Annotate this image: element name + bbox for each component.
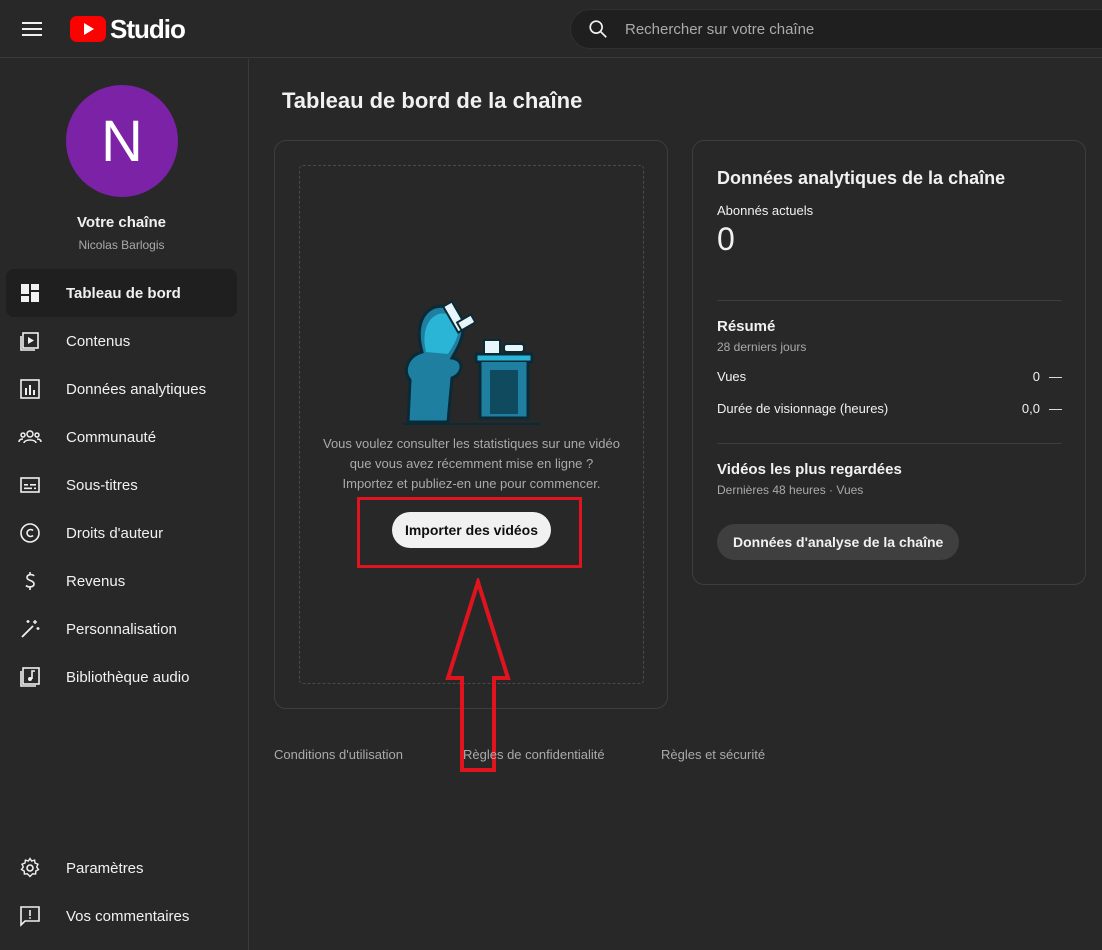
sidebar: N Votre chaîne Nicolas Barlogis Tableau … <box>0 59 249 950</box>
sidebar-bottom-nav: Paramètres Vos commentaires <box>6 844 237 940</box>
search-bar[interactable] <box>570 9 1102 49</box>
sidebar-item-settings[interactable]: Paramètres <box>6 844 237 892</box>
footer-link-safety[interactable]: Règles et sécurité <box>661 747 765 762</box>
sidebar-nav: Tableau de bord Contenus Données analyti… <box>6 269 237 701</box>
upload-prompt-line: Importez et publiez-en une pour commence… <box>342 476 601 491</box>
subtitles-icon <box>20 477 40 493</box>
audio-library-icon <box>20 667 40 687</box>
magic-wand-icon <box>21 620 40 638</box>
upload-videos-button[interactable]: Importer des vidéos <box>392 512 551 548</box>
page-title: Tableau de bord de la chaîne <box>282 88 583 113</box>
community-icon <box>18 430 42 444</box>
sidebar-item-label: Droits d'auteur <box>66 524 164 542</box>
sidebar-item-subtitles[interactable]: Sous-titres <box>6 461 237 509</box>
sidebar-item-customization[interactable]: Personnalisation <box>6 605 237 653</box>
copyright-icon <box>20 523 40 543</box>
sidebar-item-label: Données analytiques <box>66 380 207 398</box>
metric-value: 0,0 <box>1021 401 1040 416</box>
metric-label: Vues <box>717 369 747 384</box>
sidebar-item-audio-library[interactable]: Bibliothèque audio <box>6 653 237 701</box>
channel-analytics-button[interactable]: Données d'analyse de la chaîne <box>717 524 960 560</box>
sidebar-item-label: Paramètres <box>66 859 144 877</box>
sidebar-item-label: Contenus <box>66 332 131 350</box>
metric-value: 0 <box>1032 369 1040 384</box>
search-input[interactable] <box>625 20 1045 38</box>
sidebar-item-community[interactable]: Communauté <box>6 413 237 461</box>
divider <box>717 443 1062 444</box>
top-videos-title: Vidéos les plus regardées <box>717 461 902 478</box>
top-videos-subtitle: Dernières 48 heures · Vues <box>717 483 864 497</box>
summary-period: 28 derniers jours <box>717 340 807 354</box>
avatar[interactable]: N <box>66 85 178 197</box>
sidebar-item-dashboard[interactable]: Tableau de bord <box>6 269 237 317</box>
analytics-icon <box>20 379 40 399</box>
metric-label: Durée de visionnage (heures) <box>717 401 889 416</box>
dashboard-icon <box>21 284 39 302</box>
analytics-title: Données analytiques de la chaîne <box>717 168 1006 188</box>
dollar-icon <box>25 572 35 590</box>
sidebar-item-label: Vos commentaires <box>66 907 190 925</box>
studio-logo[interactable]: Studio <box>70 11 186 47</box>
channel-title: Votre chaîne <box>77 214 166 231</box>
divider <box>717 300 1062 301</box>
sidebar-item-copyright[interactable]: Droits d'auteur <box>6 509 237 557</box>
metric-trend: — <box>1049 369 1062 384</box>
content-icon <box>20 332 39 351</box>
footer-link-privacy[interactable]: Règles de confidentialité <box>463 747 605 762</box>
upload-prompt: Vous voulez consulter les statistiques s… <box>300 434 643 494</box>
upload-card: Vous voulez consulter les statistiques s… <box>274 140 668 709</box>
top-bar: Studio <box>0 0 1102 58</box>
studio-logo-text: Studio <box>110 13 186 44</box>
summary-title: Résumé <box>717 318 776 335</box>
sidebar-item-label: Communauté <box>66 428 157 446</box>
gear-icon <box>20 857 40 878</box>
hamburger-menu-icon[interactable] <box>18 17 46 41</box>
sidebar-item-label: Bibliothèque audio <box>66 668 190 686</box>
subscribers-label: Abonnés actuels <box>717 203 814 218</box>
sidebar-item-label: Revenus <box>66 572 126 590</box>
search-icon[interactable] <box>587 18 609 40</box>
subscribers-count: 0 <box>717 221 735 257</box>
sidebar-item-label: Personnalisation <box>66 620 177 638</box>
feedback-icon <box>20 906 40 927</box>
sidebar-item-label: Tableau de bord <box>66 284 181 302</box>
upload-dropzone: Vous voulez consulter les statistiques s… <box>299 165 644 684</box>
sidebar-item-content[interactable]: Contenus <box>6 317 237 365</box>
footer-link-terms[interactable]: Conditions d'utilisation <box>274 747 403 762</box>
youtube-logo-icon <box>70 16 106 42</box>
upload-prompt-line: que vous avez récemment mise en ligne ? <box>349 456 594 471</box>
metric-trend: — <box>1049 401 1062 416</box>
upload-prompt-line: Vous voulez consulter les statistiques s… <box>322 436 620 451</box>
microscope-illustration <box>403 300 540 425</box>
sidebar-item-label: Sous-titres <box>66 476 138 494</box>
sidebar-item-earn[interactable]: Revenus <box>6 557 237 605</box>
analytics-card: Données analytiques de la chaîne Abonnés… <box>692 140 1086 585</box>
channel-name: Nicolas Barlogis <box>78 238 165 252</box>
sidebar-item-analytics[interactable]: Données analytiques <box>6 365 237 413</box>
sidebar-item-feedback[interactable]: Vos commentaires <box>6 892 237 940</box>
